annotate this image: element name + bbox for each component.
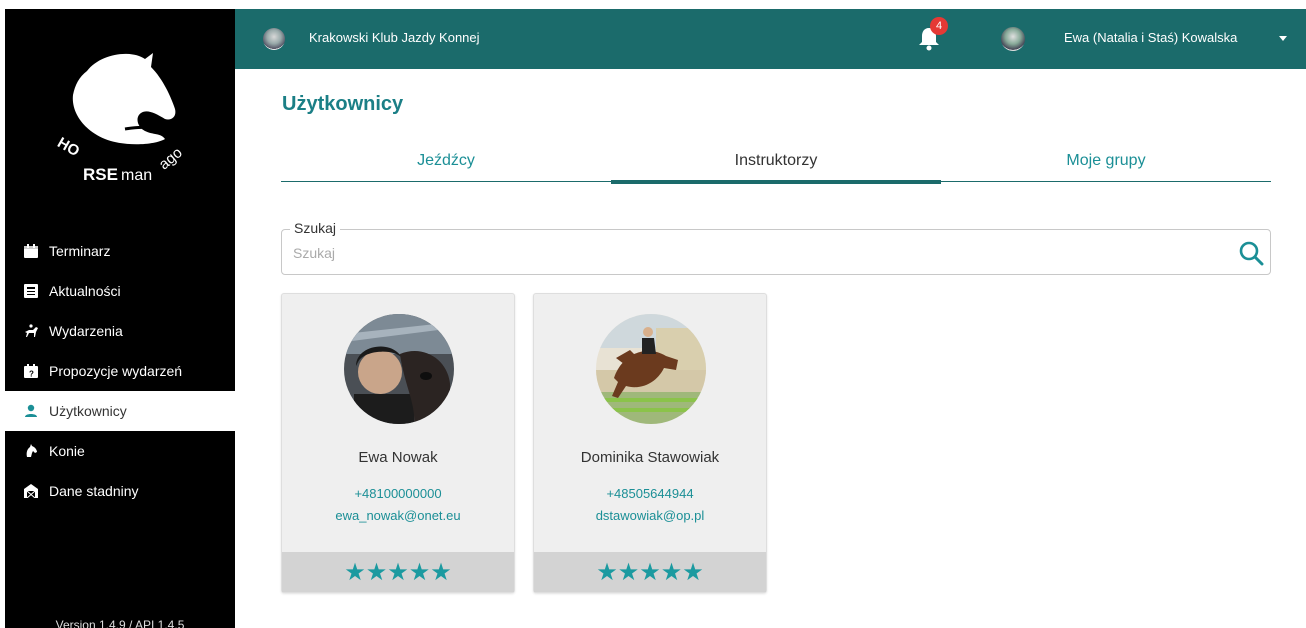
star-icon: ★ xyxy=(387,558,409,586)
version-text: Version 1.4.9 / API 1.4.5 xyxy=(55,618,185,628)
tab-instruktorzy[interactable]: Instruktorzy xyxy=(611,146,941,184)
sidebar: HO RSE man ago Terminarz Aktualności Wyd… xyxy=(5,9,235,628)
sidebar-item-label: Propozycje wydarzeń xyxy=(49,363,183,379)
user-name: Ewa Nowak xyxy=(358,449,438,466)
sidebar-item-dane-stadniny[interactable]: Dane stadniny xyxy=(5,471,235,511)
search-input[interactable] xyxy=(293,243,1193,263)
star-icon: ★ xyxy=(660,558,683,586)
tab-jezdzcy[interactable]: Jeźdźcy xyxy=(281,146,611,181)
club-name[interactable]: Krakowski Klub Jazdy Konnej xyxy=(309,30,480,45)
sidebar-item-konie[interactable]: Konie xyxy=(5,431,235,471)
star-icon: ★ xyxy=(596,558,618,586)
stable-icon xyxy=(23,483,39,499)
user-card[interactable]: Ewa Nowak +48100000000 ewa_nowak@onet.eu… xyxy=(281,293,515,593)
sidebar-item-label: Terminarz xyxy=(49,243,111,259)
calendar-question-icon: ? xyxy=(23,363,39,379)
phone-link[interactable]: +48505644944 xyxy=(534,486,766,501)
user-name[interactable]: Ewa (Natalia i Staś) Kowalska xyxy=(1064,30,1237,45)
page-title: Użytkownicy xyxy=(282,93,404,115)
horse-head-icon xyxy=(23,443,39,459)
star-icon: ★ xyxy=(617,558,640,586)
email-link[interactable]: dstawowiak@op.pl xyxy=(534,508,766,523)
star-icon: ★ xyxy=(365,558,388,586)
rating-stars: ★ ★ ★ ★ ★ xyxy=(534,552,766,592)
news-icon xyxy=(23,283,39,299)
search-icon[interactable] xyxy=(1238,240,1264,266)
star-icon: ★ xyxy=(408,558,431,586)
sidebar-item-label: Aktualności xyxy=(49,283,121,299)
avatar xyxy=(596,314,706,424)
star-icon: ★ xyxy=(639,558,661,586)
notification-badge[interactable]: 4 xyxy=(930,17,948,35)
search-box: Szukaj xyxy=(281,220,1271,275)
avatar xyxy=(344,314,454,424)
star-icon: ★ xyxy=(344,558,366,586)
star-icon: ★ xyxy=(430,558,452,586)
user-name: Dominika Stawowiak xyxy=(580,449,720,466)
club-avatar[interactable] xyxy=(263,28,285,50)
avatar[interactable] xyxy=(1001,27,1025,51)
top-bar: Krakowski Klub Jazdy Konnej 4 Ewa (Natal… xyxy=(235,9,1306,69)
phone-link[interactable]: +48100000000 xyxy=(282,486,514,501)
svg-text:HO: HO xyxy=(54,134,82,160)
svg-text:man: man xyxy=(121,167,152,184)
svg-text:ago: ago xyxy=(156,144,186,173)
sidebar-item-label: Konie xyxy=(49,443,85,459)
sidebar-item-uzytkownicy[interactable]: Użytkownicy xyxy=(5,391,235,431)
sidebar-item-wydarzenia[interactable]: Wydarzenia xyxy=(5,311,235,351)
chevron-down-icon[interactable] xyxy=(1279,36,1287,41)
sidebar-item-aktualnosci[interactable]: Aktualności xyxy=(5,271,235,311)
user-card[interactable]: Dominika Stawowiak +48505644944 dstawowi… xyxy=(533,293,767,593)
sidebar-item-label: Wydarzenia xyxy=(49,323,123,339)
tabs: Jeźdźcy Instruktorzy Moje grupy xyxy=(281,146,1271,184)
sidebar-item-label: Dane stadniny xyxy=(49,483,139,499)
user-icon xyxy=(23,403,39,419)
horsemanago-logo[interactable]: HO RSE man ago xyxy=(5,9,235,209)
svg-text:RSE: RSE xyxy=(83,165,118,184)
sidebar-item-label: Użytkownicy xyxy=(49,403,127,419)
star-icon: ★ xyxy=(682,558,704,586)
rating-stars: ★ ★ ★ ★ ★ xyxy=(282,552,514,592)
email-link[interactable]: ewa_nowak@onet.eu xyxy=(282,508,514,523)
sidebar-item-propozycje[interactable]: ? Propozycje wydarzeń xyxy=(5,351,235,391)
svg-text:?: ? xyxy=(29,370,34,379)
calendar-icon xyxy=(23,243,39,259)
tab-moje-grupy[interactable]: Moje grupy xyxy=(941,146,1271,181)
rider-icon xyxy=(23,323,39,339)
search-label: Szukaj xyxy=(290,220,341,236)
sidebar-item-terminarz[interactable]: Terminarz xyxy=(5,231,235,271)
sidebar-nav: Terminarz Aktualności Wydarzenia ? Propo… xyxy=(5,231,235,511)
